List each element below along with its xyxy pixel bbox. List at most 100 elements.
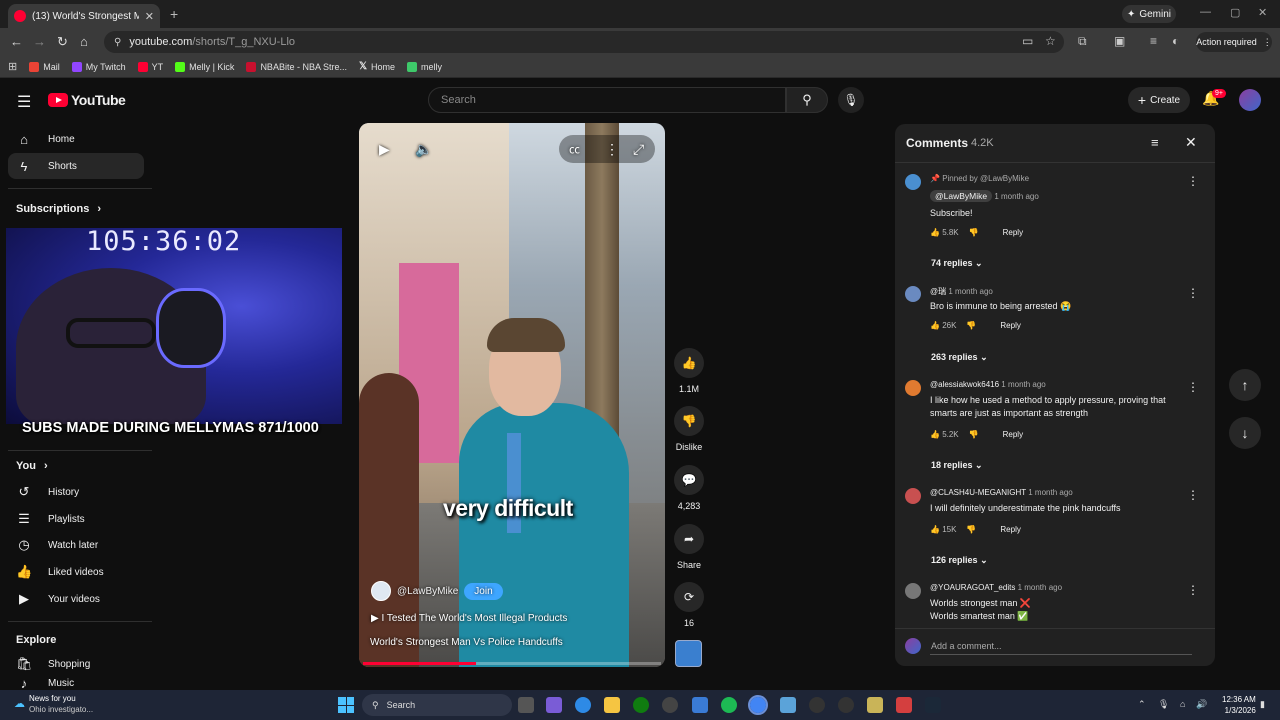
comment-avatar[interactable] <box>905 488 921 504</box>
sidebar-item-watch-later[interactable]: ◷ Watch later <box>8 532 144 558</box>
fullscreen-icon[interactable]: ⤢ <box>633 141 644 158</box>
comment-author[interactable]: @CLASH4U-MEGANIGHT <box>930 488 1026 497</box>
comment-dislike-icon[interactable]: 👎 <box>966 321 976 330</box>
task-view-icon[interactable] <box>518 697 534 713</box>
video-progress-bar[interactable] <box>363 662 661 665</box>
sidebar-item-home[interactable]: ⌂ Home <box>8 126 144 152</box>
maximize-icon[interactable]: ▢ <box>1230 6 1240 19</box>
network-icon[interactable]: ⌂ <box>1180 699 1185 709</box>
apps-grid-icon[interactable]: ⊞ <box>8 60 17 73</box>
photos-icon[interactable] <box>780 697 796 713</box>
add-comment-field[interactable]: Add a comment... <box>905 638 1192 655</box>
voice-search-button[interactable]: 🎙 <box>838 87 864 113</box>
close-window-icon[interactable]: ✕ <box>1258 6 1267 19</box>
close-tab-icon[interactable]: ✕ <box>145 10 154 23</box>
sidebar-item-your-videos[interactable]: ▶ Your videos <box>8 586 144 612</box>
replies-toggle[interactable]: 18 replies ⌄ <box>931 460 983 471</box>
comment-more-icon[interactable]: ⋮ <box>1187 488 1199 502</box>
sidebar-item-liked-videos[interactable]: 👍 Liked videos <box>8 559 144 585</box>
notifications-icon[interactable]: ▮ <box>1260 699 1265 710</box>
bookmark-melly[interactable]: melly <box>407 61 442 72</box>
xbox-icon[interactable] <box>633 697 649 713</box>
reply-button[interactable]: Reply <box>1000 525 1020 534</box>
join-button[interactable]: Join <box>464 582 503 600</box>
news-widget[interactable]: ☁ News for you Ohio investigato... <box>14 693 93 715</box>
chrome-icon[interactable] <box>748 695 768 715</box>
minimize-icon[interactable]: — <box>1200 6 1211 18</box>
bookmark-star-icon[interactable]: ☆ <box>1045 34 1056 48</box>
comment-like-button[interactable]: 👍 5.8K <box>930 228 959 237</box>
comment-more-icon[interactable]: ⋮ <box>1187 380 1199 394</box>
replies-toggle[interactable]: 74 replies ⌄ <box>931 258 983 269</box>
back-icon[interactable]: ← <box>10 34 23 49</box>
store-icon[interactable] <box>692 697 708 713</box>
home-icon[interactable]: ⌂ <box>80 34 88 49</box>
comment-more-icon[interactable]: ⋮ <box>1187 286 1199 300</box>
reply-button[interactable]: Reply <box>1003 430 1023 439</box>
sound-avatar[interactable] <box>675 640 702 667</box>
pdf-icon[interactable] <box>896 697 912 713</box>
captions-icon[interactable]: ㏄ <box>569 141 580 157</box>
channel-avatar[interactable] <box>371 581 391 601</box>
bookmark-nbabite[interactable]: NBABite - NBA Stre... <box>246 61 347 72</box>
comment-avatar[interactable] <box>905 286 921 302</box>
gemini-button[interactable]: ✦ Gemini <box>1122 5 1176 23</box>
obs-icon[interactable] <box>838 697 854 713</box>
bookmark-yt[interactable]: YT <box>137 61 163 72</box>
comment-like-button[interactable]: 👍 15K <box>930 525 956 534</box>
search-button[interactable]: ⚲ <box>786 87 828 113</box>
comment-author[interactable]: @alessiakwok6416 <box>930 380 999 389</box>
comment-avatar[interactable] <box>905 380 921 396</box>
search-input[interactable]: Search <box>428 87 786 113</box>
avatar[interactable] <box>1239 89 1261 111</box>
taskbar-clock[interactable]: 12:36 AM 1/3/2026 <box>1222 694 1256 716</box>
comment-dislike-icon[interactable]: 👎 <box>969 228 979 237</box>
comment-more-icon[interactable]: ⋮ <box>1187 583 1199 597</box>
address-bar[interactable]: ⚲ youtube.com /shorts/T_g_NXU-Llo <box>104 31 1064 53</box>
related-video-link[interactable]: ▶ I Tested The World's Most Illegal Prod… <box>371 613 567 624</box>
sidebar-you-heading[interactable]: You › <box>16 460 48 472</box>
sidebar-item-playlists[interactable]: ☰ Playlists <box>8 506 144 532</box>
tab-search-icon[interactable]: ▣ <box>1114 34 1125 48</box>
reload-icon[interactable]: ↻ <box>57 34 68 50</box>
comments-button[interactable]: 💬 <box>674 465 704 495</box>
forward-icon[interactable]: → <box>33 34 46 49</box>
play-icon[interactable]: ▶ <box>379 141 390 158</box>
bookmark-twitch[interactable]: My Twitch <box>71 61 126 72</box>
replies-toggle[interactable]: 263 replies ⌄ <box>931 352 988 363</box>
taskbar-search[interactable]: ⚲ Search <box>362 694 512 716</box>
media-icon[interactable] <box>809 697 825 713</box>
reply-button[interactable]: Reply <box>1003 228 1023 237</box>
bookmark-x-home[interactable]: 𝕏 Home <box>359 61 395 72</box>
like-button[interactable]: 👍 <box>674 348 704 378</box>
volume-icon[interactable]: 🔊 <box>1196 699 1207 710</box>
sidebar-item-history[interactable]: ↺ History <box>8 479 144 505</box>
comment-avatar[interactable] <box>905 174 921 190</box>
volume-icon[interactable]: 🔈 <box>415 141 432 158</box>
comment-avatar[interactable] <box>905 583 921 599</box>
copilot-icon[interactable] <box>546 697 562 713</box>
profile-icon[interactable]: ◐ <box>1172 34 1179 48</box>
app-icon[interactable] <box>662 697 678 713</box>
comment-like-button[interactable]: 👍 5.2K <box>930 430 959 439</box>
action-required-button[interactable]: Action required ⋮ <box>1196 32 1272 52</box>
hamburger-menu-icon[interactable]: ☰ <box>17 92 31 112</box>
shorts-video-player[interactable]: ▶ 🔈 ㏄ ⋮ ⤢ very difficult @LawByMike Join… <box>359 123 665 667</box>
sidebar-item-shorts[interactable]: ϟ Shorts <box>8 153 144 179</box>
youtube-logo[interactable]: YouTube <box>48 92 126 108</box>
sort-icon[interactable]: ≡ <box>1151 135 1159 150</box>
dislike-button[interactable]: 👎 <box>674 406 704 436</box>
remix-button[interactable]: ⟳ <box>674 582 704 612</box>
comment-author[interactable]: @LawByMike <box>930 190 993 202</box>
channel-name[interactable]: @LawByMike <box>397 586 458 597</box>
windows-start-icon[interactable] <box>338 697 354 713</box>
sidebar-item-shopping[interactable]: 🛍 Shopping <box>8 651 144 677</box>
notes-icon[interactable] <box>867 697 883 713</box>
browser-tab[interactable]: (13) World's Strongest Man Vs ✕ <box>8 4 160 28</box>
comment-author[interactable]: @YOAURAGOAT_edits <box>930 583 1015 592</box>
sidebar-subscriptions-heading[interactable]: Subscriptions › <box>16 203 101 215</box>
new-tab-icon[interactable]: + <box>170 6 178 22</box>
next-short-button[interactable]: ↓ <box>1229 417 1261 449</box>
bookmark-mail[interactable]: Mail <box>29 61 60 72</box>
file-explorer-icon[interactable] <box>604 697 620 713</box>
